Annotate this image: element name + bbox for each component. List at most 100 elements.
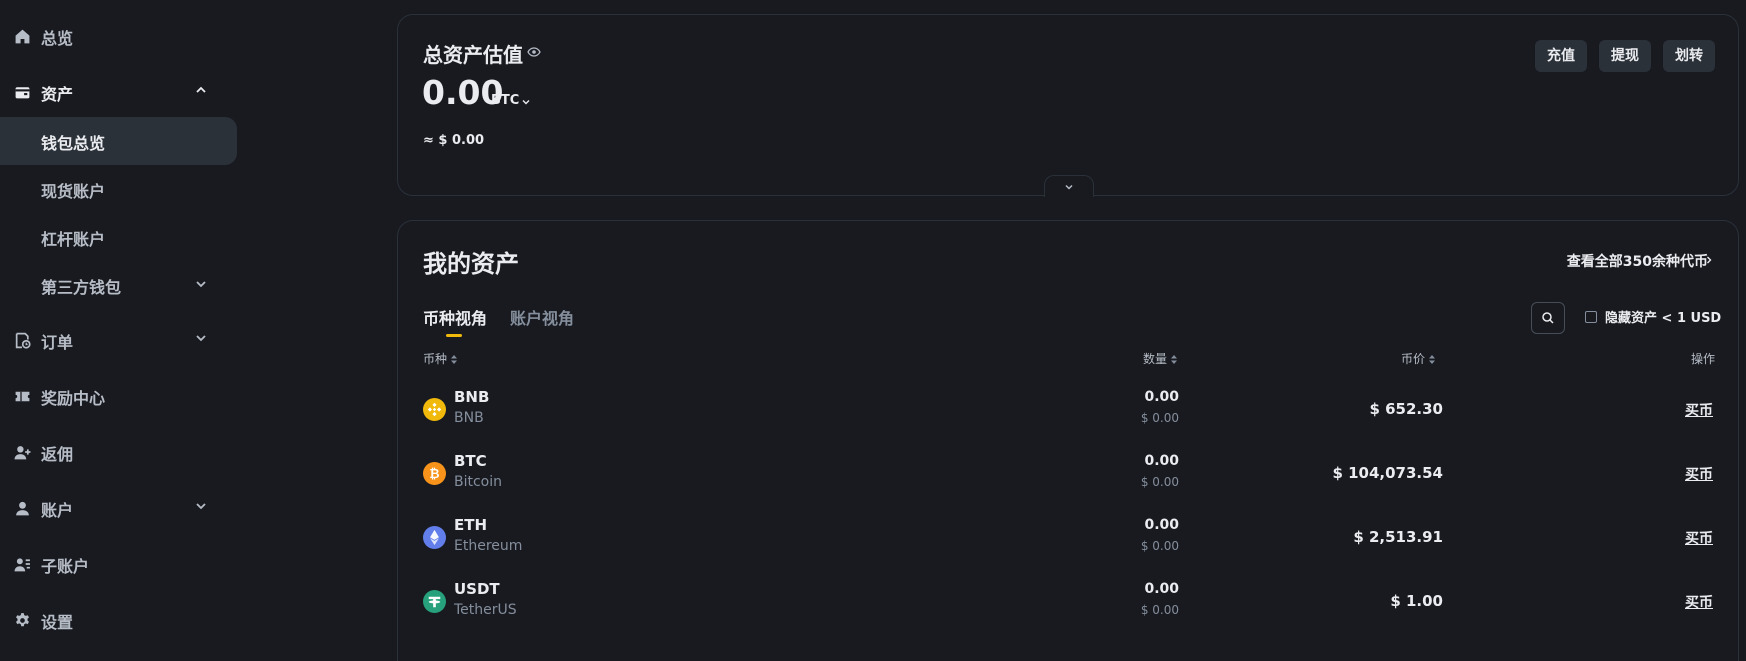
sidebar-sub-label: 第三方钱包 bbox=[41, 278, 122, 297]
deposit-button[interactable]: 充值 bbox=[1535, 40, 1587, 72]
total-balance-card: 总资产估值 0.00 BTC ≈ $ 0.00 充值 提现 划转 bbox=[397, 14, 1739, 197]
my-assets-title: 我的资产 bbox=[423, 250, 519, 278]
table-row[interactable]: ETH Ethereum 0.00 $ 0.00 $ 2,513.91 买币 bbox=[398, 508, 1738, 572]
sidebar-item-label: 总览 bbox=[41, 29, 74, 48]
coin-quantity: 0.00 bbox=[1144, 581, 1179, 597]
tab-coin-view[interactable]: 币种视角 bbox=[423, 305, 487, 329]
coin-symbol: BTC bbox=[454, 452, 487, 470]
coin-quantity-usd: $ 0.00 bbox=[1140, 475, 1179, 489]
coin-quantity-usd: $ 0.00 bbox=[1140, 411, 1179, 425]
user-plus-icon bbox=[14, 444, 32, 462]
buy-link[interactable]: 买币 bbox=[1685, 528, 1713, 548]
sidebar-item-label: 返佣 bbox=[41, 445, 74, 464]
sidebar-sub-label: 杠杆账户 bbox=[41, 230, 106, 249]
coin-price: $ 104,073.54 bbox=[1332, 464, 1443, 482]
hide-small-assets-label[interactable]: 隐藏资产 < 1 USD bbox=[1605, 307, 1721, 326]
column-header-price[interactable]: 币价 bbox=[1401, 350, 1436, 367]
usdt-coin-icon bbox=[423, 590, 446, 613]
coin-name: TetherUS bbox=[454, 602, 517, 618]
eth-coin-icon bbox=[423, 526, 446, 549]
sidebar: 总览 资产 钱包总览 现货账户 杠杆账户 第三方钱包 订单 奖励中心 返佣 账户… bbox=[0, 0, 237, 661]
active-tab-indicator bbox=[446, 334, 462, 337]
coin-price: $ 1.00 bbox=[1390, 592, 1443, 610]
chevron-down-icon[interactable] bbox=[194, 499, 210, 515]
sidebar-item-rewards[interactable]: 奖励中心 bbox=[0, 372, 237, 420]
sidebar-sub-third-party-wallet[interactable]: 第三方钱包 bbox=[0, 261, 237, 309]
sidebar-item-orders[interactable]: 订单 bbox=[0, 316, 237, 364]
my-assets-card: 我的资产 查看全部350余种代币 币种视角 账户视角 隐藏资产 < 1 USD … bbox=[397, 220, 1739, 661]
coin-quantity-usd: $ 0.00 bbox=[1140, 603, 1179, 617]
sidebar-sub-spot-account[interactable]: 现货账户 bbox=[0, 165, 237, 213]
user-icon bbox=[14, 500, 32, 518]
column-header-label: 币种 bbox=[423, 352, 448, 366]
sidebar-item-label: 子账户 bbox=[41, 557, 90, 576]
search-icon bbox=[1542, 312, 1554, 324]
sidebar-sub-label: 钱包总览 bbox=[41, 134, 106, 153]
balance-unit-select[interactable]: BTC bbox=[491, 93, 519, 108]
tab-account-view[interactable]: 账户视角 bbox=[510, 305, 574, 329]
chevron-down-icon[interactable] bbox=[194, 277, 208, 291]
sidebar-item-overview[interactable]: 总览 bbox=[0, 12, 237, 60]
column-header-label: 币价 bbox=[1401, 352, 1426, 366]
sidebar-item-label: 奖励中心 bbox=[41, 389, 106, 408]
sidebar-item-assets[interactable]: 资产 bbox=[0, 68, 237, 116]
column-header-action: 操作 bbox=[1691, 352, 1716, 366]
sidebar-item-sub-account[interactable]: 子账户 bbox=[0, 540, 237, 588]
sort-icon[interactable] bbox=[1429, 355, 1436, 364]
sidebar-item-referral[interactable]: 返佣 bbox=[0, 428, 237, 476]
view-all-tokens-link[interactable]: 查看全部350余种代币 bbox=[1567, 251, 1708, 271]
chevron-right-icon[interactable] bbox=[1704, 255, 1714, 265]
order-icon bbox=[14, 332, 32, 350]
sidebar-item-label: 设置 bbox=[41, 613, 74, 632]
home-icon bbox=[14, 28, 32, 46]
coin-quantity: 0.00 bbox=[1144, 517, 1179, 533]
sub-account-icon bbox=[14, 556, 32, 574]
eye-icon[interactable] bbox=[527, 45, 541, 59]
buy-link[interactable]: 买币 bbox=[1685, 592, 1713, 612]
hide-small-assets-checkbox[interactable] bbox=[1585, 311, 1597, 323]
coin-symbol: USDT bbox=[454, 580, 500, 598]
sidebar-item-label: 订单 bbox=[41, 333, 74, 352]
sidebar-item-account[interactable]: 账户 bbox=[0, 484, 237, 532]
coin-quantity: 0.00 bbox=[1144, 453, 1179, 469]
chevron-down-icon[interactable] bbox=[521, 97, 531, 107]
expand-toggle[interactable] bbox=[1044, 175, 1094, 197]
wallet-icon bbox=[14, 84, 32, 102]
total-balance-usd: ≈ $ 0.00 bbox=[423, 133, 485, 148]
coin-price: $ 2,513.91 bbox=[1353, 528, 1443, 546]
chevron-down-icon bbox=[1065, 184, 1073, 190]
coin-quantity-usd: $ 0.00 bbox=[1140, 539, 1179, 553]
withdraw-button[interactable]: 提现 bbox=[1599, 40, 1651, 72]
column-header-quantity[interactable]: 数量 bbox=[1143, 350, 1178, 367]
svg-text:₿: ₿ bbox=[429, 466, 439, 481]
column-header-label: 数量 bbox=[1143, 352, 1168, 366]
chevron-down-icon[interactable] bbox=[194, 331, 210, 347]
sidebar-item-label: 资产 bbox=[41, 85, 74, 104]
coin-name: Bitcoin bbox=[454, 474, 503, 490]
total-balance-title: 总资产估值 bbox=[423, 43, 523, 67]
sidebar-sub-margin-account[interactable]: 杠杆账户 bbox=[0, 213, 237, 261]
search-button[interactable] bbox=[1531, 302, 1565, 334]
coin-symbol: ETH bbox=[454, 516, 488, 534]
coin-quantity: 0.00 bbox=[1144, 389, 1179, 405]
table-row[interactable]: ₿ BTC Bitcoin 0.00 $ 0.00 $ 104,073.54 买… bbox=[398, 444, 1738, 508]
coin-name: Ethereum bbox=[454, 538, 523, 554]
sort-icon[interactable] bbox=[1171, 355, 1178, 364]
gear-icon bbox=[14, 612, 32, 630]
sidebar-sub-wallet-overview[interactable]: 钱包总览 bbox=[0, 117, 237, 165]
buy-link[interactable]: 买币 bbox=[1685, 464, 1713, 484]
sidebar-item-settings[interactable]: 设置 bbox=[0, 596, 237, 644]
chevron-up-icon[interactable] bbox=[194, 83, 210, 99]
sort-icon[interactable] bbox=[451, 355, 458, 364]
sidebar-sub-label: 现货账户 bbox=[41, 182, 106, 201]
sidebar-item-label: 账户 bbox=[41, 501, 74, 520]
ticket-icon bbox=[14, 388, 32, 406]
table-row[interactable]: BNB BNB 0.00 $ 0.00 $ 652.30 买币 bbox=[398, 380, 1738, 444]
column-header-coin[interactable]: 币种 bbox=[423, 350, 458, 367]
table-row[interactable]: USDT TetherUS 0.00 $ 0.00 $ 1.00 买币 bbox=[398, 572, 1738, 636]
transfer-button[interactable]: 划转 bbox=[1663, 40, 1715, 72]
coin-price: $ 652.30 bbox=[1369, 400, 1443, 418]
bnb-coin-icon bbox=[423, 398, 446, 421]
buy-link[interactable]: 买币 bbox=[1685, 400, 1713, 420]
coin-name: BNB bbox=[454, 410, 484, 426]
